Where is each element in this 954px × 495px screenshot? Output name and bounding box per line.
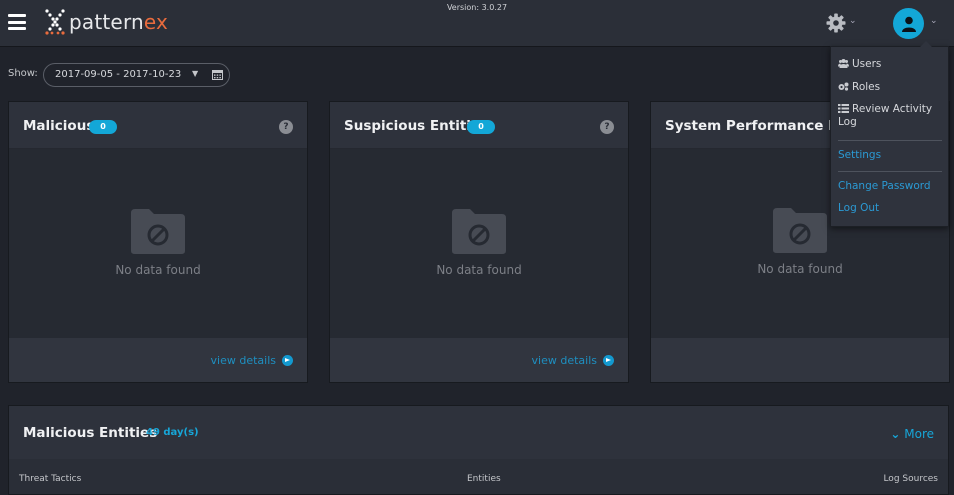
user-avatar[interactable] [893,8,924,39]
more-button[interactable]: ⌄ More [890,427,934,441]
user-menu-chevron-down-icon[interactable]: ⌄ [930,16,938,26]
column-header[interactable]: Threat Tactics [19,474,81,484]
user-dropdown-menu: Users Roles Review Activity Log Settings … [830,41,949,227]
no-data-text: No data found [757,262,843,276]
view-details-label: view details [531,354,597,367]
no-data-text: No data found [436,263,522,277]
empty-folder-icon [131,209,185,254]
caret-down-icon: ▼ [192,69,199,78]
menu-divider [838,140,942,141]
menu-item-roles[interactable]: Roles [838,81,880,94]
menu-item-change-password[interactable]: Change Password [838,180,931,193]
empty-folder-icon [773,208,827,253]
panel-title: Malicious Entities [23,425,158,441]
card-header: Malicious 0 ? [9,102,307,149]
top-bar: patternex Version: 3.0.27 ⌄ ⌄ [0,0,954,47]
arrow-circle-right-icon [282,355,293,366]
malicious-entities-panel: Malicious Entities 49 day(s) ⌄ More Thre… [8,405,949,495]
card-body: No data found [330,149,628,338]
users-icon [838,59,849,68]
more-label: More [904,427,934,441]
view-details-link[interactable]: view details [532,354,614,367]
column-header[interactable]: Entities [467,474,501,484]
menu-divider [838,171,942,172]
list-icon [838,104,849,113]
settings-chevron-down-icon[interactable]: ⌄ [849,16,857,26]
count-badge: 0 [467,120,495,134]
card-header: Suspicious Entities 0 ? [330,102,628,149]
card-body: No data found [9,149,307,338]
menu-item-label-line1: Review Activity [852,103,933,115]
calendar-icon [212,70,223,80]
logo-text-accent: ex [143,10,169,34]
menu-item-settings[interactable]: Settings [838,149,881,162]
suspicious-entities-card: Suspicious Entities 0 ? No data found vi… [329,101,629,383]
card-footer: view details [9,338,307,382]
logo-x-icon [45,9,65,35]
menu-item-review-activity-log[interactable]: Review Activity Log [838,103,932,129]
date-range-value: 2017-09-05 - 2017-10-23 [55,69,182,80]
no-data-text: No data found [115,263,201,277]
card-title: Malicious [23,118,95,134]
date-range-picker[interactable]: 2017-09-05 - 2017-10-23 ▼ [43,63,230,87]
malicious-card: Malicious 0 ? No data found view details [8,101,308,383]
logo-text-main: pattern [69,10,144,34]
logo-text: patternex [69,10,168,34]
count-badge: 0 [89,120,117,134]
card-footer: view details [330,338,628,382]
user-icon [901,16,916,32]
gear-icon[interactable] [826,13,846,33]
card-footer [651,338,949,382]
arrow-circle-right-icon [603,355,614,366]
menu-item-label: Users [852,58,882,70]
view-details-label: view details [210,354,276,367]
help-icon[interactable]: ? [600,120,614,134]
chevron-down-icon: ⌄ [890,427,901,441]
menu-item-log-out[interactable]: Log Out [838,202,879,215]
help-icon[interactable]: ? [279,120,293,134]
days-label: 49 day(s) [146,427,199,438]
empty-folder-icon [452,209,506,254]
column-header[interactable]: Log Sources [883,474,938,484]
version-label: Version: 3.0.27 [446,3,508,12]
cogs-icon [838,82,849,91]
view-details-link[interactable]: view details [211,354,293,367]
menu-item-users[interactable]: Users [838,58,881,71]
menu-item-label: Roles [852,81,881,93]
menu-item-label-line2: Log [838,116,857,128]
show-label: Show: [8,68,38,79]
hamburger-menu-icon[interactable] [8,14,26,30]
panel-header: Malicious Entities 49 day(s) ⌄ More [9,406,948,459]
